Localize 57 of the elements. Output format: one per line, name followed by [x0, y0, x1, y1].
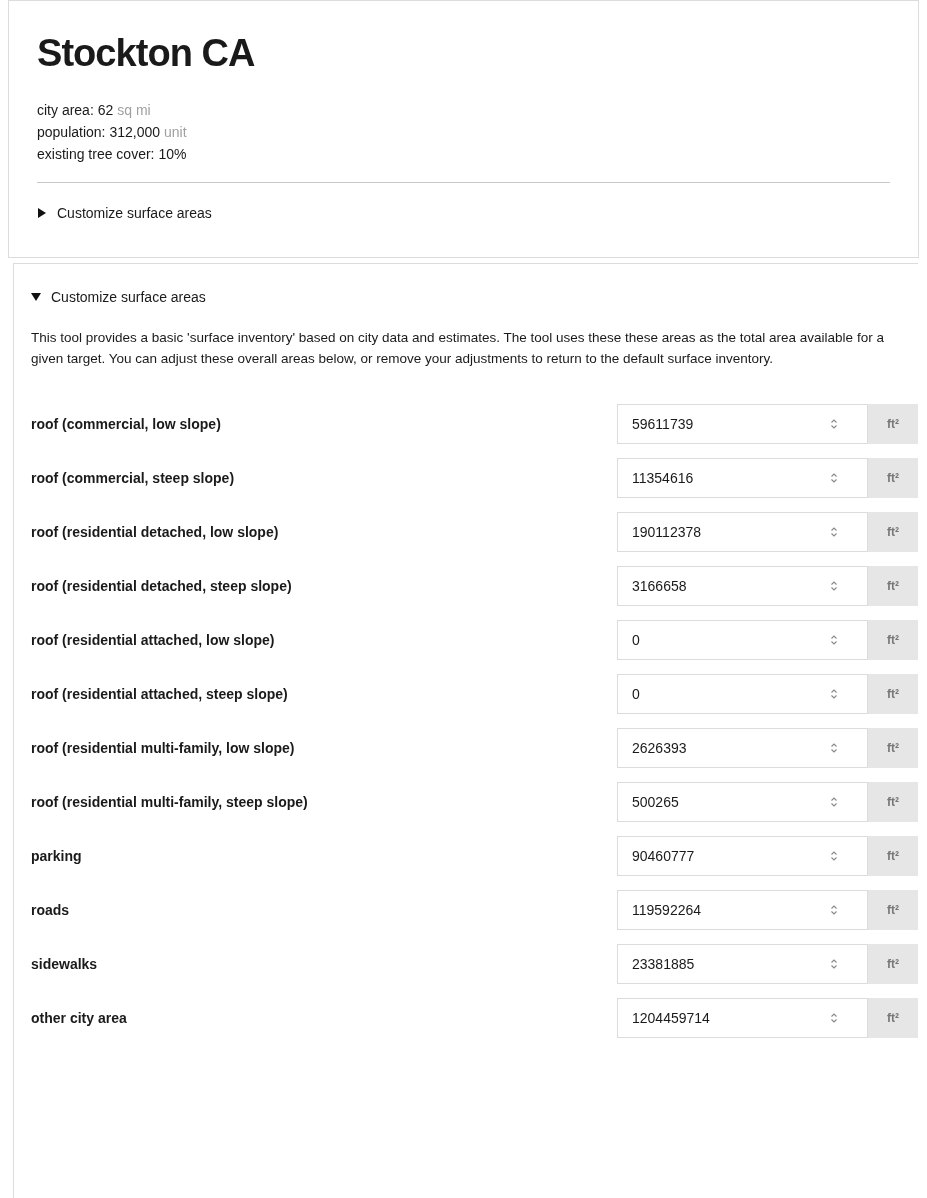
spinner-icon[interactable]: [829, 688, 839, 700]
spinner-icon[interactable]: [829, 634, 839, 646]
field-label: roof (residential attached, steep slope): [31, 684, 289, 704]
unit-label: ft²: [868, 728, 918, 768]
spinner-icon[interactable]: [829, 472, 839, 484]
number-field[interactable]: 59611739: [617, 404, 868, 444]
stat-text: city area: 62: [37, 101, 114, 120]
field-label: roof (residential multi-family, low slope): [31, 738, 296, 758]
field-label: roof (residential detached, steep slope): [31, 576, 293, 596]
stat-text: existing tree cover: 10%: [37, 145, 187, 164]
field-label: roof (residential detached, low slope): [31, 522, 280, 542]
disclosure-toggle[interactable]: Customize surface areas: [37, 204, 212, 222]
stat-text: population: 312,000: [37, 123, 160, 142]
spinner-icon[interactable]: [829, 418, 839, 430]
spinner-icon[interactable]: [829, 1012, 839, 1024]
spinner-icon[interactable]: [829, 796, 839, 808]
unit-label: ft²: [868, 512, 918, 552]
spinner-icon[interactable]: [829, 958, 839, 970]
number-field[interactable]: 23381885: [617, 944, 868, 984]
number-field[interactable]: 500265: [617, 782, 868, 822]
number-field[interactable]: 1204459714: [617, 998, 868, 1038]
unit-text: unit: [164, 123, 187, 142]
unit-label: ft²: [868, 944, 918, 984]
number-field[interactable]: 2626393: [617, 728, 868, 768]
unit-label: ft²: [868, 890, 918, 930]
unit-label: ft²: [868, 674, 918, 714]
field-label: roof (commercial, steep slope): [31, 468, 236, 488]
description-text: This tool provides a basic 'surface inventory' based on city data and estimates. The tool uses these these areas as the total area available for a given target. You can adjust these overall areas below, or remove your adjustments to return to the default surface inventory.: [31, 329, 885, 368]
field-label: roads: [31, 900, 71, 920]
unit-label: ft²: [868, 782, 918, 822]
unit-label: ft²: [868, 404, 918, 444]
field-label: roof (commercial, low slope): [31, 414, 222, 434]
number-field[interactable]: 0: [617, 620, 868, 660]
number-field[interactable]: 119592264: [617, 890, 868, 930]
number-field[interactable]: 3166658: [617, 566, 868, 606]
field-label: other city area: [31, 1008, 128, 1028]
unit-label: ft²: [868, 998, 918, 1038]
field-label: roof (residential attached, low slope): [31, 630, 276, 650]
spinner-icon[interactable]: [829, 580, 839, 592]
number-field[interactable]: 11354616: [617, 458, 868, 498]
unit-label: ft²: [868, 566, 918, 606]
number-field[interactable]: 90460777: [617, 836, 868, 876]
field-label: parking: [31, 846, 83, 866]
spinner-icon[interactable]: [829, 850, 839, 862]
unit-label: ft²: [868, 458, 918, 498]
field-label: roof (residential multi-family, steep slope): [31, 792, 309, 812]
spinner-icon[interactable]: [829, 526, 839, 538]
spinner-icon[interactable]: [829, 904, 839, 916]
unit-text: sq mi: [117, 101, 151, 120]
disclosure-toggle[interactable]: Customize surface areas: [31, 288, 206, 306]
unit-label: ft²: [868, 836, 918, 876]
unit-label: ft²: [868, 620, 918, 660]
spinner-icon[interactable]: [829, 742, 839, 754]
city-title: Stockton CA: [37, 31, 256, 75]
number-field[interactable]: 0: [617, 674, 868, 714]
number-field[interactable]: 190112378: [617, 512, 868, 552]
field-label: sidewalks: [31, 954, 99, 974]
